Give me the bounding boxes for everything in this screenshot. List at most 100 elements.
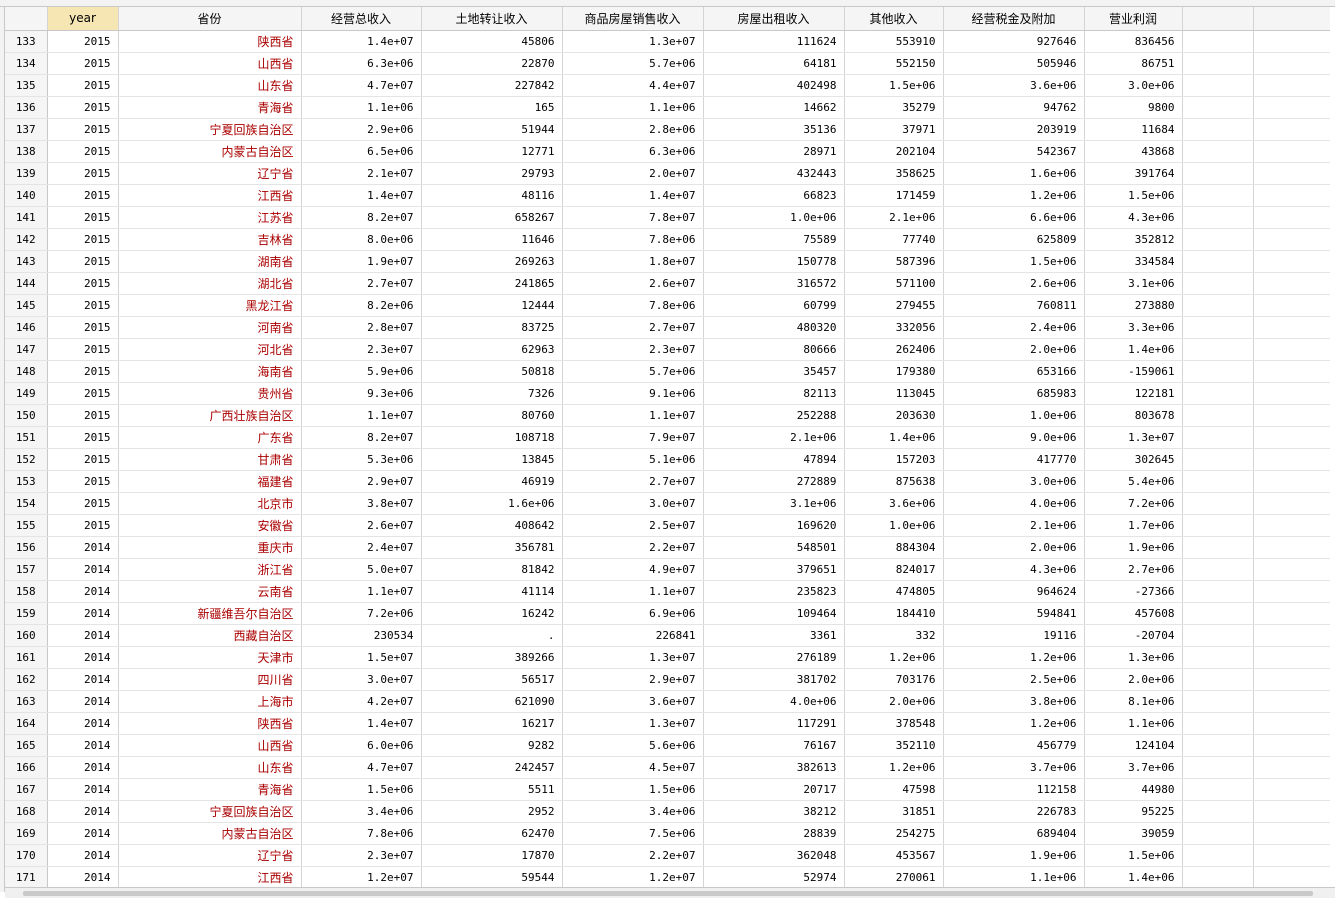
table-cell[interactable]: 1.5e+06 <box>844 74 944 97</box>
table-cell[interactable]: 6.6e+06 <box>943 206 1085 229</box>
table-cell[interactable]: 39059 <box>1084 822 1183 845</box>
table-cell[interactable]: 31851 <box>844 800 944 823</box>
table-cell[interactable]: 19116 <box>943 624 1085 647</box>
row-number-cell[interactable]: 145 <box>5 294 48 317</box>
table-cell[interactable]: 171459 <box>844 184 944 207</box>
table-cell[interactable]: 5.4e+06 <box>1084 470 1183 493</box>
table-cell[interactable]: 5.1e+06 <box>562 448 704 471</box>
table-cell[interactable]: 3.7e+06 <box>943 756 1085 779</box>
table-cell[interactable]: 3.3e+06 <box>1084 316 1183 339</box>
table-cell[interactable]: 269263 <box>421 250 563 273</box>
table-cell[interactable]: 302645 <box>1084 448 1183 471</box>
table-cell[interactable]: 山东省 <box>118 74 302 97</box>
table-cell[interactable]: 81842 <box>421 558 563 581</box>
row-number-cell[interactable]: 143 <box>5 250 48 273</box>
table-cell[interactable]: 1.4e+06 <box>1084 338 1183 361</box>
table-cell[interactable]: 2014 <box>47 580 119 603</box>
table-cell[interactable]: 9.0e+06 <box>943 426 1085 449</box>
table-cell[interactable]: 685983 <box>943 382 1085 405</box>
row-number-cell[interactable]: 163 <box>5 690 48 713</box>
table-cell[interactable]: 3.7e+06 <box>1084 756 1183 779</box>
table-cell[interactable]: 2.9e+07 <box>562 668 704 691</box>
table-cell[interactable]: 653166 <box>943 360 1085 383</box>
table-cell[interactable]: 1.1e+06 <box>562 96 704 119</box>
table-cell[interactable]: 62963 <box>421 338 563 361</box>
table-cell[interactable]: 2.7e+07 <box>562 316 704 339</box>
horizontal-scrollbar-thumb[interactable] <box>23 891 1313 896</box>
table-cell[interactable]: 2.3e+07 <box>562 338 704 361</box>
data-editor-grid[interactable]: year 省份 经营总收入 土地转让收入 商品房屋销售收入 房屋出租收入 其他收… <box>5 7 1330 887</box>
table-cell[interactable]: 8.2e+07 <box>301 426 422 449</box>
column-header-rental-revenue[interactable]: 房屋出租收入 <box>703 7 845 31</box>
table-cell[interactable]: 1.1e+06 <box>301 96 422 119</box>
table-cell[interactable]: 内蒙古自治区 <box>118 822 302 845</box>
table-cell[interactable]: 4.3e+06 <box>943 558 1085 581</box>
table-cell[interactable]: 2015 <box>47 272 119 295</box>
table-cell[interactable]: 2952 <box>421 800 563 823</box>
table-cell[interactable]: 884304 <box>844 536 944 559</box>
table-cell[interactable]: 天津市 <box>118 646 302 669</box>
table-cell[interactable]: 28839 <box>703 822 845 845</box>
row-number-cell[interactable]: 146 <box>5 316 48 339</box>
table-cell[interactable]: 4.4e+07 <box>562 74 704 97</box>
table-cell[interactable]: 3.0e+07 <box>562 492 704 515</box>
table-cell[interactable]: 2.0e+06 <box>943 536 1085 559</box>
table-cell[interactable]: 黑龙江省 <box>118 294 302 317</box>
table-cell[interactable]: 海南省 <box>118 360 302 383</box>
table-cell[interactable]: 3361 <box>703 624 845 647</box>
table-cell[interactable]: 7.9e+07 <box>562 426 704 449</box>
table-cell[interactable]: 474805 <box>844 580 944 603</box>
row-number-cell[interactable]: 165 <box>5 734 48 757</box>
table-cell[interactable]: 242457 <box>421 756 563 779</box>
table-cell[interactable]: 875638 <box>844 470 944 493</box>
table-cell[interactable]: 1.2e+06 <box>943 184 1085 207</box>
table-cell[interactable]: 824017 <box>844 558 944 581</box>
table-cell[interactable]: 1.2e+06 <box>844 756 944 779</box>
table-cell[interactable]: 2.9e+07 <box>301 470 422 493</box>
table-cell[interactable]: 836456 <box>1084 30 1183 53</box>
table-cell[interactable]: 124104 <box>1084 734 1183 757</box>
table-cell[interactable]: 北京市 <box>118 492 302 515</box>
table-cell[interactable]: 1.6e+06 <box>421 492 563 515</box>
table-cell[interactable]: 226841 <box>562 624 704 647</box>
table-cell[interactable]: 964624 <box>943 580 1085 603</box>
table-cell[interactable]: 1.5e+06 <box>1084 184 1183 207</box>
table-cell[interactable]: 5.6e+06 <box>562 734 704 757</box>
table-cell[interactable]: 56517 <box>421 668 563 691</box>
table-cell[interactable]: 2.3e+07 <box>301 844 422 867</box>
table-cell[interactable]: 51944 <box>421 118 563 141</box>
table-cell[interactable]: 316572 <box>703 272 845 295</box>
table-cell[interactable]: 3.8e+06 <box>943 690 1085 713</box>
table-cell[interactable]: 8.2e+06 <box>301 294 422 317</box>
table-cell[interactable]: 8.1e+06 <box>1084 690 1183 713</box>
table-cell[interactable]: 66823 <box>703 184 845 207</box>
row-number-cell[interactable]: 168 <box>5 800 48 823</box>
table-cell[interactable]: 381702 <box>703 668 845 691</box>
table-cell[interactable]: 1.9e+06 <box>1084 536 1183 559</box>
table-cell[interactable]: 14662 <box>703 96 845 119</box>
table-cell[interactable]: 7.2e+06 <box>301 602 422 625</box>
table-cell[interactable]: 2015 <box>47 294 119 317</box>
table-cell[interactable]: 13845 <box>421 448 563 471</box>
table-cell[interactable]: 5.0e+07 <box>301 558 422 581</box>
table-cell[interactable]: 7.8e+06 <box>562 294 704 317</box>
table-cell[interactable]: 594841 <box>943 602 1085 625</box>
table-cell[interactable]: 80760 <box>421 404 563 427</box>
table-cell[interactable]: 宁夏回族自治区 <box>118 118 302 141</box>
table-cell[interactable]: 河北省 <box>118 338 302 361</box>
row-number-cell[interactable]: 158 <box>5 580 48 603</box>
table-cell[interactable]: 64181 <box>703 52 845 75</box>
table-cell[interactable]: 9.1e+06 <box>562 382 704 405</box>
table-cell[interactable]: 37971 <box>844 118 944 141</box>
table-cell[interactable]: 2.5e+06 <box>943 668 1085 691</box>
table-cell[interactable]: 1.5e+06 <box>301 778 422 801</box>
table-cell[interactable]: 6.3e+06 <box>562 140 704 163</box>
table-cell[interactable]: 122181 <box>1084 382 1183 405</box>
table-cell[interactable]: 927646 <box>943 30 1085 53</box>
table-cell[interactable]: 湖北省 <box>118 272 302 295</box>
table-cell[interactable]: 22870 <box>421 52 563 75</box>
table-cell[interactable]: 3.6e+06 <box>943 74 1085 97</box>
table-cell[interactable]: 2.1e+07 <box>301 162 422 185</box>
table-cell[interactable]: 2015 <box>47 470 119 493</box>
table-cell[interactable]: 77740 <box>844 228 944 251</box>
